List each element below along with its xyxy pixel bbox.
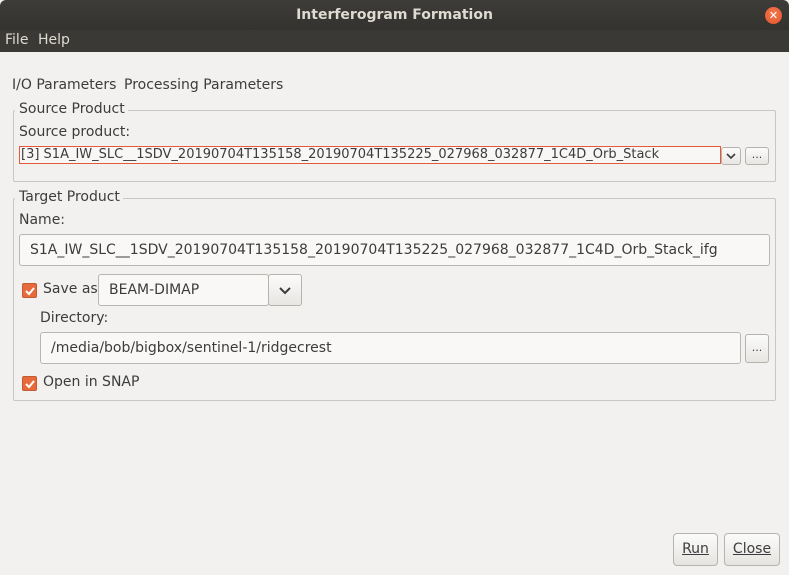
- checkmark-icon: [25, 380, 35, 389]
- chevron-down-icon: [279, 287, 291, 295]
- open-in-snap-checkbox[interactable]: [22, 376, 37, 391]
- checkmark-icon: [25, 287, 35, 296]
- run-button[interactable]: Run: [673, 533, 718, 566]
- source-product-combo[interactable]: [3] S1A_IW_SLC__1SDV_20190704T135158_201…: [19, 146, 721, 164]
- source-product-dropdown-button[interactable]: [721, 147, 741, 165]
- close-button[interactable]: Close: [724, 533, 780, 566]
- run-button-label: Run: [682, 541, 709, 557]
- menu-file[interactable]: File: [5, 32, 28, 48]
- close-icon: ✕: [768, 9, 779, 22]
- title-bar: Interferogram Formation ✕: [0, 0, 789, 30]
- source-product-group-title: Source Product: [15, 101, 128, 117]
- directory-browse-button[interactable]: ...: [745, 334, 769, 363]
- chevron-down-icon: [726, 153, 736, 160]
- save-as-checkbox[interactable]: [22, 283, 37, 298]
- format-select[interactable]: BEAM-DIMAP: [98, 274, 269, 306]
- save-as-label: Save as:: [43, 281, 103, 297]
- name-label: Name:: [19, 212, 66, 228]
- tab-io-parameters[interactable]: I/O Parameters: [12, 77, 116, 93]
- directory-label: Directory:: [40, 310, 109, 326]
- window-title: Interferogram Formation: [296, 7, 493, 23]
- directory-input[interactable]: /media/bob/bigbox/sentinel-1/ridgecrest: [40, 332, 741, 364]
- format-dropdown-button[interactable]: [268, 274, 302, 306]
- tab-processing-parameters[interactable]: Processing Parameters: [124, 77, 283, 93]
- menu-bar: File Help: [0, 30, 789, 52]
- target-product-group-title: Target Product: [15, 189, 123, 205]
- source-product-label: Source product:: [19, 124, 131, 140]
- open-in-snap-label: Open in SNAP: [43, 374, 140, 390]
- menu-help[interactable]: Help: [38, 32, 70, 48]
- close-button-label: Close: [732, 541, 772, 557]
- source-product-browse-button[interactable]: ...: [745, 147, 769, 165]
- window-close-button[interactable]: ✕: [765, 7, 782, 24]
- target-name-input[interactable]: S1A_IW_SLC__1SDV_20190704T135158_2019070…: [19, 234, 770, 266]
